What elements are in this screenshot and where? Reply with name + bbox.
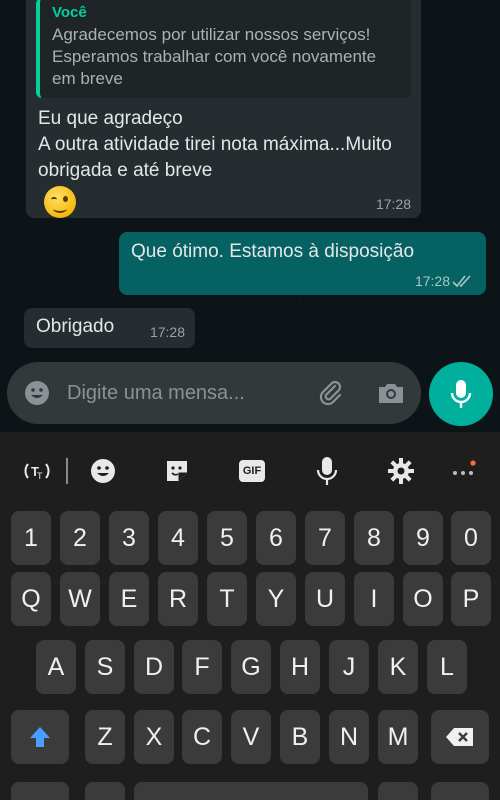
outgoing-message[interactable]: Que ótimo. Estamos à disposição 17:28 [119, 232, 486, 295]
svg-text:T: T [37, 471, 43, 481]
key-y[interactable]: Y [256, 572, 296, 626]
backspace-key[interactable] [431, 710, 489, 764]
key-3[interactable]: 3 [109, 511, 149, 565]
key-5[interactable]: 5 [207, 511, 247, 565]
key-2[interactable]: 2 [60, 511, 100, 565]
key-m[interactable]: M [378, 710, 418, 764]
key-a[interactable]: A [36, 640, 76, 694]
quote-text: Agradecemos por utilizar nossos serviços… [52, 25, 377, 88]
enter-key[interactable] [431, 782, 489, 800]
toolbar-divider [66, 458, 68, 484]
emoji-icon[interactable] [86, 454, 120, 488]
key-1[interactable]: 1 [11, 511, 51, 565]
incoming-message[interactable]: Obrigado 17:28 [24, 308, 195, 348]
shift-arrow-icon [30, 727, 50, 747]
key-7[interactable]: 7 [305, 511, 345, 565]
symbols-key[interactable] [11, 782, 69, 800]
period-key[interactable] [378, 782, 418, 800]
key-8[interactable]: 8 [354, 511, 394, 565]
message-text: Que ótimo. Estamos à disposição [131, 241, 415, 262]
key-c[interactable]: C [182, 710, 222, 764]
key-9[interactable]: 9 [403, 511, 443, 565]
key-t[interactable]: T [207, 572, 247, 626]
key-f[interactable]: F [182, 640, 222, 694]
key-p[interactable]: P [451, 572, 491, 626]
voice-icon[interactable] [310, 454, 344, 488]
incoming-message[interactable]: Você Agradecemos por utilizar nossos ser… [26, 0, 421, 218]
key-e[interactable]: E [109, 572, 149, 626]
voice-message-button[interactable] [429, 362, 493, 426]
key-r[interactable]: R [158, 572, 198, 626]
quote-author: Você [52, 4, 87, 21]
keyboard-toolbar: T T GIF [0, 432, 500, 506]
backspace-icon [446, 728, 473, 746]
quoted-message[interactable]: Você Agradecemos por utilizar nossos ser… [36, 0, 411, 98]
gif-label: GIF [239, 460, 265, 482]
double-check-icon [452, 275, 471, 288]
key-z[interactable]: Z [85, 710, 125, 764]
key-o[interactable]: O [403, 572, 443, 626]
message-text: Eu que agradeço A outra atividade tirei … [38, 108, 392, 181]
key-u[interactable]: U [305, 572, 345, 626]
key-x[interactable]: X [134, 710, 174, 764]
gif-icon[interactable]: GIF [235, 454, 269, 488]
settings-icon[interactable] [384, 454, 418, 488]
key-g[interactable]: G [231, 640, 271, 694]
key-k[interactable]: K [378, 640, 418, 694]
emoji-container [36, 184, 411, 223]
message-time: 17:28 [414, 273, 450, 289]
paperclip-icon[interactable] [315, 377, 347, 409]
camera-icon[interactable] [375, 377, 407, 409]
space-key[interactable] [134, 782, 368, 800]
key-i[interactable]: I [354, 572, 394, 626]
message-time: 17:28 [149, 324, 185, 340]
key-v[interactable]: V [231, 710, 271, 764]
key-4[interactable]: 4 [158, 511, 198, 565]
chat-area: Você Agradecemos por utilizar nossos ser… [0, 0, 500, 432]
key-b[interactable]: B [280, 710, 320, 764]
message-composer [7, 362, 421, 424]
key-s[interactable]: S [85, 640, 125, 694]
key-q[interactable]: Q [11, 572, 51, 626]
message-text: Obrigado [36, 316, 115, 337]
sticker-icon[interactable] [160, 454, 194, 488]
key-h[interactable]: H [280, 640, 320, 694]
comma-key[interactable] [85, 782, 125, 800]
key-n[interactable]: N [329, 710, 369, 764]
key-l[interactable]: L [427, 640, 467, 694]
key-0[interactable]: 0 [451, 511, 491, 565]
key-6[interactable]: 6 [256, 511, 296, 565]
key-j[interactable]: J [329, 640, 369, 694]
more-icon[interactable] [446, 454, 480, 488]
key-w[interactable]: W [60, 572, 100, 626]
on-screen-keyboard: T T GIF 1 2 3 4 5 6 7 8 9 0 Q W E R T Y … [0, 432, 500, 800]
translate-icon[interactable]: T T [20, 454, 54, 488]
key-d[interactable]: D [134, 640, 174, 694]
microphone-icon [450, 380, 472, 408]
message-time: 17:28 [375, 196, 411, 212]
wink-face-emoji [44, 186, 76, 218]
message-input[interactable] [67, 376, 307, 410]
shift-key[interactable] [11, 710, 69, 764]
emoji-icon[interactable] [22, 378, 52, 408]
